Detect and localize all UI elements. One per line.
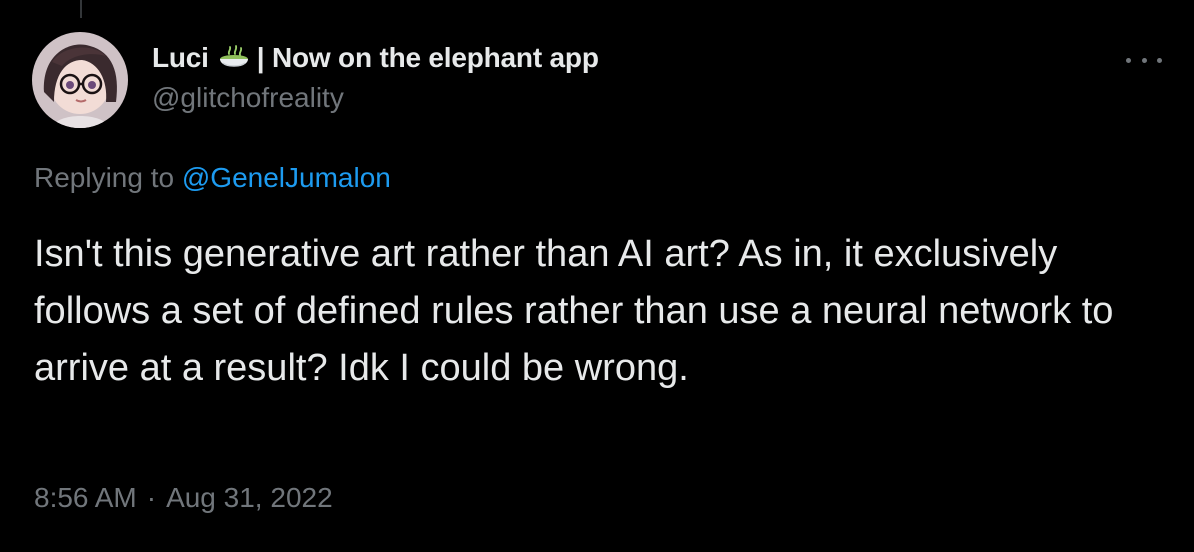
avatar[interactable] bbox=[32, 32, 128, 128]
matcha-bowl-icon bbox=[217, 41, 251, 75]
display-name[interactable]: Luci bbox=[152, 42, 209, 74]
avatar-image bbox=[32, 32, 128, 128]
dot bbox=[1141, 57, 1147, 63]
tweet-timestamp[interactable]: 8:56 AM · Aug 31, 2022 bbox=[34, 482, 333, 514]
more-options-icon[interactable] bbox=[1126, 50, 1162, 70]
thread-connector-line bbox=[80, 0, 82, 18]
author-name-row[interactable]: Luci | Now on the elephant app bbox=[152, 40, 599, 76]
tweet-time[interactable]: 8:56 AM bbox=[34, 482, 137, 513]
display-name-suffix[interactable]: | Now on the elephant app bbox=[257, 42, 599, 74]
tweet-body-text: Isn't this generative art rather than AI… bbox=[34, 233, 1114, 389]
timestamp-separator: · bbox=[146, 482, 157, 513]
replying-to-line: Replying to @GenelJumalon bbox=[34, 162, 391, 194]
dot bbox=[1126, 57, 1131, 63]
dot bbox=[1157, 57, 1162, 63]
replying-to-label: Replying to bbox=[34, 162, 182, 193]
reply-mention-link[interactable]: @GenelJumalon bbox=[182, 162, 391, 193]
user-handle[interactable]: @glitchofreality bbox=[152, 82, 344, 114]
tweet-date[interactable]: Aug 31, 2022 bbox=[166, 482, 333, 513]
